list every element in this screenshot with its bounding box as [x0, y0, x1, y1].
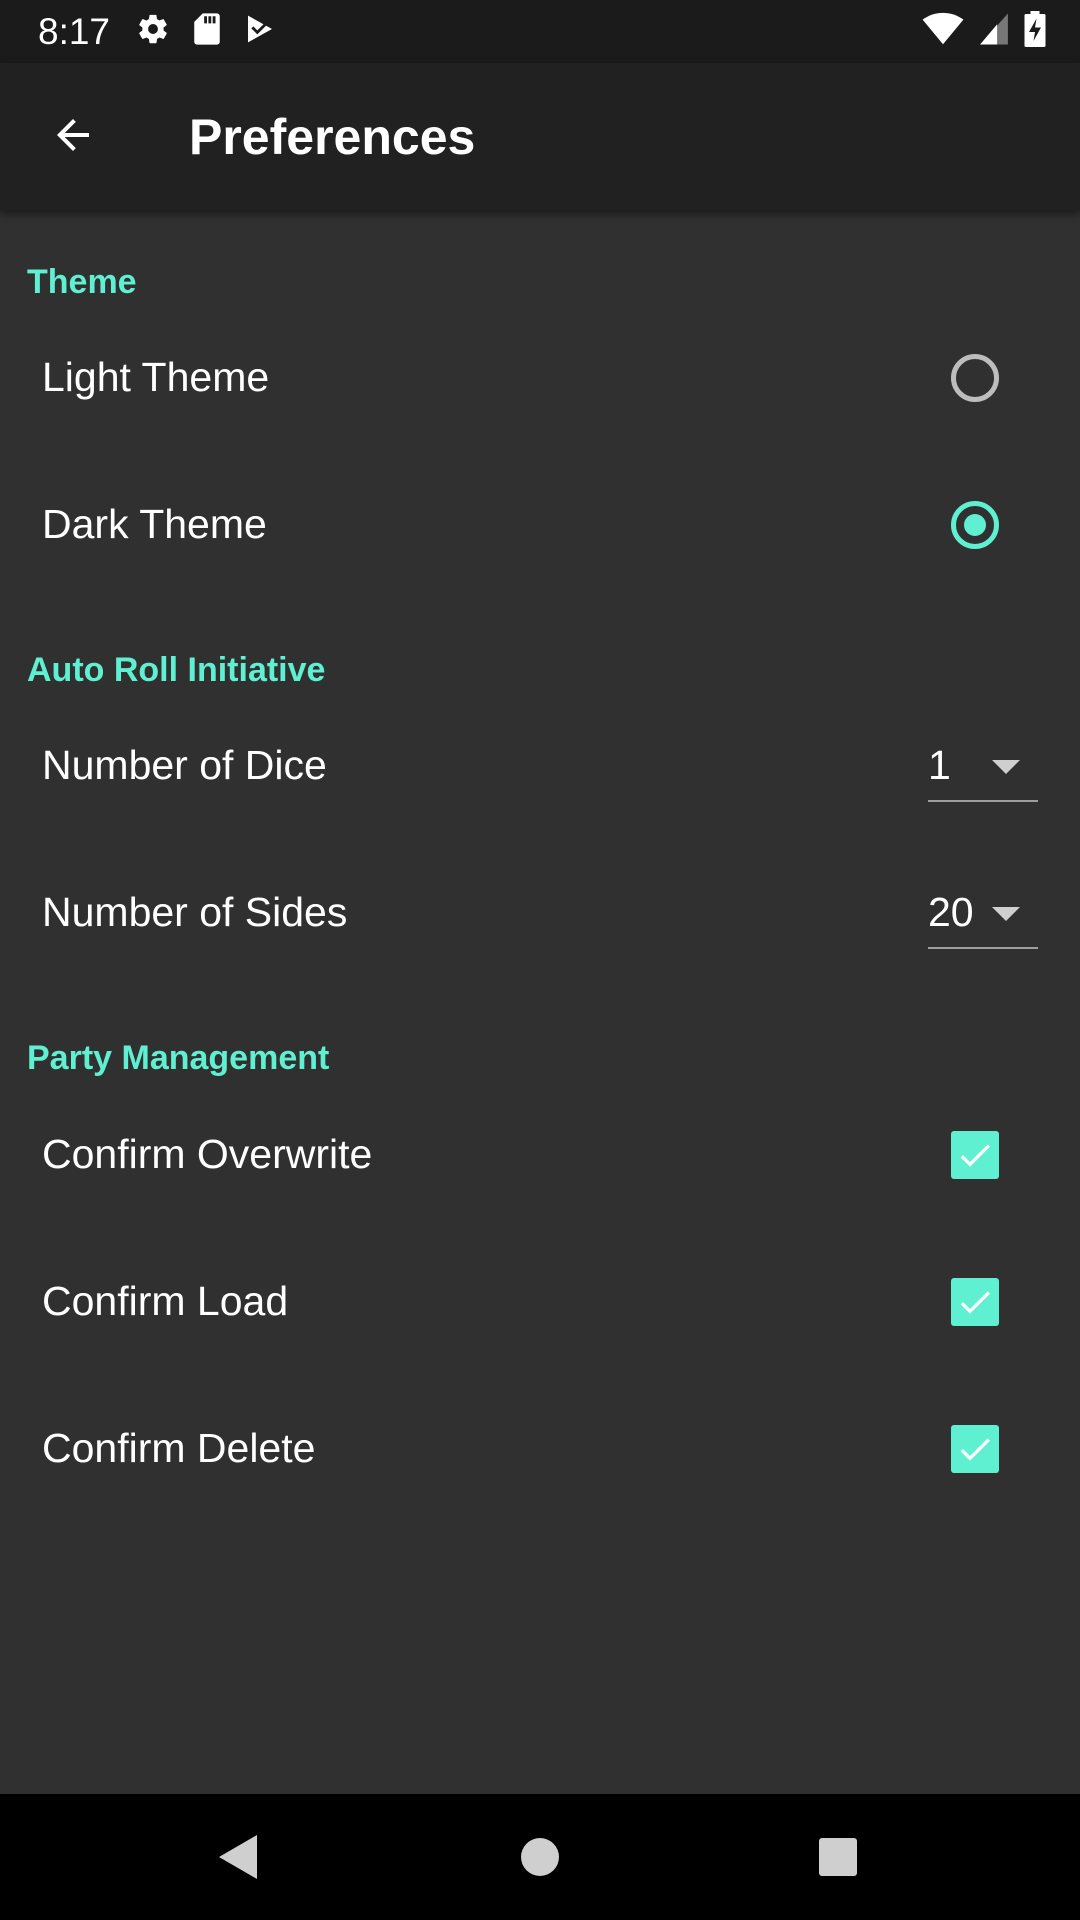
gear-icon	[136, 12, 170, 51]
sd-card-icon	[192, 12, 222, 51]
pref-row-confirm-delete[interactable]: Confirm Delete	[0, 1375, 1080, 1522]
pref-label: Confirm Delete	[42, 1425, 316, 1471]
pref-row-confirm-overwrite[interactable]: Confirm Overwrite	[0, 1081, 1080, 1228]
pref-row-number-of-dice: Number of Dice 1	[0, 692, 1080, 839]
checkmark-icon	[960, 1144, 990, 1167]
checkmark-icon	[960, 1438, 990, 1461]
pref-label: Number of Dice	[42, 742, 327, 788]
battery-charging-icon	[1024, 11, 1046, 52]
confirm-load-checkbox[interactable]	[951, 1278, 999, 1326]
dropdown-value: 1	[928, 741, 951, 788]
confirm-delete-checkbox[interactable]	[951, 1425, 999, 1473]
status-time: 8:17	[38, 10, 111, 52]
pref-label: Light Theme	[42, 354, 270, 400]
nav-home-button[interactable]	[510, 1827, 570, 1887]
arrow-left-icon	[49, 111, 97, 164]
pref-label: Confirm Overwrite	[42, 1131, 373, 1177]
pref-row-confirm-load[interactable]: Confirm Load	[0, 1228, 1080, 1375]
nav-recents-button[interactable]	[808, 1827, 868, 1887]
section-header-theme: Theme	[27, 263, 137, 301]
page-title: Preferences	[189, 108, 476, 165]
wifi-icon	[922, 12, 964, 51]
status-icons-right	[922, 0, 1046, 63]
nav-back-button[interactable]	[209, 1827, 269, 1887]
number-of-dice-dropdown[interactable]: 1	[928, 730, 1038, 802]
number-of-sides-dropdown[interactable]: 20	[928, 877, 1038, 949]
radio-selected-dot	[964, 514, 986, 536]
status-icons-left	[136, 12, 276, 51]
checkmark-icon	[960, 1291, 990, 1314]
section-header-auto-roll-initiative: Auto Roll Initiative	[27, 651, 326, 689]
play-store-icon	[244, 12, 276, 51]
dropdown-arrow-icon	[992, 760, 1020, 774]
dark-theme-radio[interactable]	[951, 501, 999, 549]
section-header-party-management: Party Management	[27, 1039, 330, 1077]
pref-label: Number of Sides	[42, 889, 348, 935]
pref-label: Confirm Load	[42, 1278, 289, 1324]
preferences-list: Theme Light Theme Dark Theme Auto Roll I…	[0, 210, 1080, 1794]
recents-square-icon	[819, 1838, 857, 1876]
pref-row-light-theme[interactable]: Light Theme	[0, 304, 1080, 451]
cell-signal-icon	[978, 12, 1010, 51]
light-theme-radio[interactable]	[951, 354, 999, 402]
back-button[interactable]	[30, 100, 116, 174]
confirm-overwrite-checkbox[interactable]	[951, 1131, 999, 1179]
pref-row-number-of-sides: Number of Sides 20	[0, 839, 1080, 986]
app-bar: Preferences	[0, 63, 1080, 210]
home-circle-icon	[521, 1838, 559, 1876]
back-triangle-icon	[219, 1835, 257, 1879]
status-bar: 8:17	[0, 0, 1080, 63]
dropdown-value: 20	[928, 888, 974, 935]
dropdown-arrow-icon	[992, 907, 1020, 921]
pref-label: Dark Theme	[42, 501, 267, 547]
navigation-bar	[0, 1794, 1080, 1920]
pref-row-dark-theme[interactable]: Dark Theme	[0, 451, 1080, 598]
